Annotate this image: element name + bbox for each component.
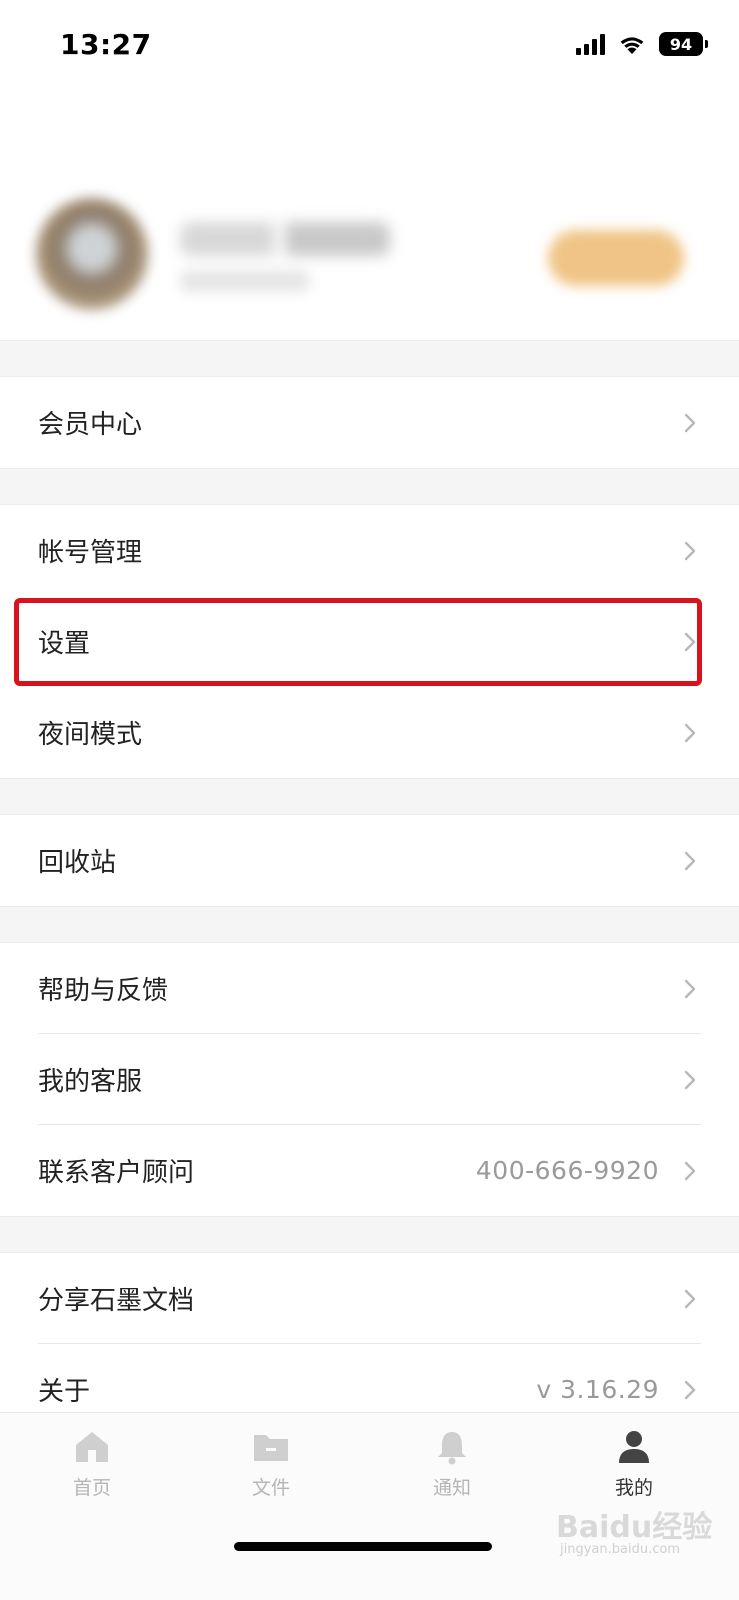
menu-item-night-mode[interactable]: 夜间模式: [0, 687, 739, 778]
chevron-right-icon: [681, 630, 699, 654]
section-gap: [0, 778, 739, 815]
wifi-icon: [620, 37, 644, 54]
menu-item-label: 帐号管理: [38, 538, 143, 568]
menu-item-share-shimo[interactable]: 分享石墨文档: [0, 1253, 739, 1344]
chevron-right-icon: [681, 849, 699, 873]
menu-item-label: 回收站: [38, 848, 117, 878]
tab-label: 我的: [614, 1477, 653, 1499]
cellular-signal-icon: [576, 33, 605, 55]
menu-item-label: 设置: [38, 629, 91, 659]
folder-icon: [251, 1427, 291, 1467]
status-time: 13:27: [60, 28, 152, 61]
avatar[interactable]: [36, 198, 148, 310]
section-gap: [0, 468, 739, 505]
battery-level: 94: [669, 34, 693, 54]
chevron-right-icon: [681, 977, 699, 1001]
advisor-phone-number: 400-666-9920: [475, 1156, 659, 1185]
chevron-right-icon: [681, 1068, 699, 1092]
person-icon: [614, 1427, 654, 1467]
chevron-right-icon: [681, 1159, 699, 1183]
menu-group-recycle: 回收站: [0, 815, 739, 906]
tab-notifications[interactable]: 通知: [360, 1427, 544, 1500]
tab-label: 文件: [251, 1477, 290, 1499]
menu-item-help-feedback[interactable]: 帮助与反馈: [0, 943, 739, 1034]
watermark-logo: Baidu经验: [556, 1510, 713, 1545]
section-gap: [0, 340, 739, 377]
menu-item-settings[interactable]: 设置: [0, 596, 739, 687]
menu-group-about: 分享石墨文档 关于 v 3.16.29: [0, 1253, 739, 1435]
chevron-right-icon: [681, 411, 699, 435]
status-bar: 13:27 94: [0, 0, 739, 90]
status-indicators: 94: [576, 32, 708, 56]
home-indicator[interactable]: [234, 1542, 492, 1551]
tab-home[interactable]: 首页: [0, 1427, 184, 1500]
menu-item-member-center[interactable]: 会员中心: [0, 377, 739, 468]
menu-item-label: 分享石墨文档: [38, 1286, 195, 1316]
menu-item-my-customer-service[interactable]: 我的客服: [0, 1034, 739, 1125]
menu-item-label: 帮助与反馈: [38, 976, 169, 1006]
menu-group-member: 会员中心: [0, 377, 739, 468]
profile-name-blurred: [180, 222, 390, 256]
settings-menu-list: 会员中心 帐号管理 设置 夜间模式 回收站 帮助与反馈 我的客服 联系客户顾问 …: [0, 340, 739, 1435]
menu-item-label: 联系客户顾问: [38, 1158, 195, 1188]
chevron-right-icon: [681, 1378, 699, 1402]
tab-files[interactable]: 文件: [179, 1427, 363, 1500]
menu-item-label: 会员中心: [38, 410, 143, 440]
chevron-right-icon: [681, 721, 699, 745]
menu-item-label: 我的客服: [38, 1067, 143, 1097]
section-gap: [0, 1216, 739, 1253]
profile-subtitle-blurred: [180, 270, 310, 292]
chevron-right-icon: [681, 1287, 699, 1311]
watermark-url: jingyan.baidu.com: [560, 1542, 680, 1557]
home-icon: [72, 1427, 112, 1467]
menu-item-recycle-bin[interactable]: 回收站: [0, 815, 739, 906]
battery-icon: 94: [659, 32, 708, 56]
menu-group-support: 帮助与反馈 我的客服 联系客户顾问 400-666-9920: [0, 943, 739, 1216]
tab-label: 首页: [72, 1477, 111, 1499]
tab-me[interactable]: 我的: [542, 1427, 726, 1500]
tab-label: 通知: [432, 1477, 471, 1499]
membership-badge-blurred[interactable]: [548, 230, 684, 286]
menu-item-contact-advisor[interactable]: 联系客户顾问 400-666-9920: [0, 1125, 739, 1216]
profile-header[interactable]: [0, 150, 739, 340]
menu-item-account-management[interactable]: 帐号管理: [0, 505, 739, 596]
chevron-right-icon: [681, 539, 699, 563]
bell-icon: [432, 1427, 472, 1467]
app-version: v 3.16.29: [536, 1375, 659, 1404]
menu-item-label: 关于: [38, 1377, 91, 1407]
menu-group-account: 帐号管理 设置 夜间模式: [0, 505, 739, 778]
section-gap: [0, 906, 739, 943]
menu-item-label: 夜间模式: [38, 720, 143, 750]
